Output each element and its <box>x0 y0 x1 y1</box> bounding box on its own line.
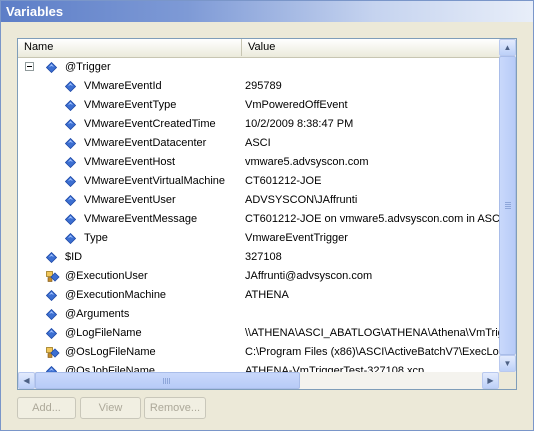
horizontal-scrollbar[interactable]: ◀ ▶ <box>18 372 499 389</box>
list-rows: @Trigger VMwareEventId 295789 VMwareEven… <box>18 58 499 372</box>
list-item[interactable]: VMwareEventMessage CT601212-JOE on vmwar… <box>18 210 499 229</box>
variable-name: VMwareEventDatacenter <box>84 137 207 149</box>
list-item[interactable]: Type VmwareEventTrigger <box>18 229 499 248</box>
diamond-icon <box>65 81 76 92</box>
view-button[interactable]: View <box>80 397 141 419</box>
scroll-down-button[interactable]: ▼ <box>499 355 516 372</box>
locked-variable-icon <box>46 347 60 358</box>
variable-value: \\ATHENA\ASCI_ABATLOG\ATHENA\Athena\VmTr… <box>245 327 499 339</box>
diamond-icon <box>46 328 57 339</box>
vertical-scroll-thumb[interactable] <box>499 56 516 355</box>
variable-value: 10/2/2009 8:38:47 PM <box>245 118 354 130</box>
diamond-icon <box>65 119 76 130</box>
variable-name: $ID <box>65 251 83 263</box>
add-button[interactable]: Add... <box>17 397 76 419</box>
list-item[interactable]: VMwareEventId 295789 <box>18 77 499 96</box>
diamond-icon <box>46 309 57 320</box>
variable-value: CT601212-JOE on vmware5.advsyscon.com in… <box>245 213 499 225</box>
variables-window: Variables Name Value @Trigger VMwareEven… <box>0 0 534 431</box>
list-item[interactable]: @Arguments <box>18 305 499 324</box>
window-title: Variables <box>6 4 64 19</box>
horizontal-scroll-thumb[interactable] <box>35 372 300 389</box>
diamond-icon <box>65 100 76 111</box>
variable-name: @OsJobFileName <box>65 365 156 372</box>
variable-name: Type <box>84 232 108 244</box>
variable-value: ADVSYSCON\JAffrunti <box>245 194 358 206</box>
variable-name: @Arguments <box>65 308 130 320</box>
arrow-down-icon: ▼ <box>503 359 512 368</box>
arrow-up-icon: ▲ <box>503 43 512 52</box>
diamond-icon <box>65 214 76 225</box>
variable-value: C:\Program Files (x86)\ASCI\ActiveBatchV… <box>245 346 499 358</box>
variable-name: VMwareEventUser <box>84 194 176 206</box>
variable-value: JAffrunti@advsyscon.com <box>245 270 373 282</box>
collapse-toggle[interactable] <box>25 62 34 71</box>
scroll-left-button[interactable]: ◀ <box>18 372 35 389</box>
variable-name: VMwareEventType <box>84 99 177 111</box>
variable-value: ASCI <box>245 137 271 149</box>
variable-value: ATHENA-VmTriggerTest-327108.xcp <box>245 365 425 372</box>
list-item[interactable]: $ID 327108 <box>18 248 499 267</box>
variable-name: @ExecutionMachine <box>65 289 167 301</box>
variable-value: 295789 <box>245 80 282 92</box>
variable-name: @Trigger <box>65 61 111 73</box>
list-header: Name Value <box>18 39 499 58</box>
list-item[interactable]: VMwareEventDatacenter ASCI <box>18 134 499 153</box>
variable-value: VmwareEventTrigger <box>245 232 348 244</box>
diamond-icon <box>46 290 57 301</box>
list-item[interactable]: @OsLogFileName C:\Program Files (x86)\AS… <box>18 343 499 362</box>
scrollbar-corner <box>499 372 516 389</box>
variable-name: VMwareEventMessage <box>84 213 198 225</box>
diamond-icon <box>65 233 76 244</box>
diamond-icon <box>65 176 76 187</box>
diamond-icon <box>65 195 76 206</box>
scroll-up-button[interactable]: ▲ <box>499 39 516 56</box>
diamond-icon <box>46 252 57 263</box>
list-item[interactable]: VMwareEventVirtualMachine CT601212-JOE <box>18 172 499 191</box>
variable-name: @LogFileName <box>65 327 142 339</box>
list-item-trigger[interactable]: @Trigger <box>18 58 499 77</box>
variable-name: VMwareEventVirtualMachine <box>84 175 226 187</box>
list-item[interactable]: @LogFileName \\ATHENA\ASCI_ABATLOG\ATHEN… <box>18 324 499 343</box>
variable-value: ATHENA <box>245 289 289 301</box>
variable-name: VMwareEventId <box>84 80 162 92</box>
vertical-scrollbar[interactable]: ▲ ▼ <box>499 39 516 372</box>
variable-name: VMwareEventCreatedTime <box>84 118 216 130</box>
variable-value: CT601212-JOE <box>245 175 322 187</box>
locked-variable-icon <box>46 271 60 282</box>
scroll-right-button[interactable]: ▶ <box>482 372 499 389</box>
variable-value: VmPoweredOffEvent <box>245 99 348 111</box>
column-header-name[interactable]: Name <box>18 39 242 56</box>
variable-name: @ExecutionUser <box>65 270 148 282</box>
column-header-value[interactable]: Value <box>242 39 499 56</box>
title-bar: Variables <box>1 1 533 22</box>
list-item[interactable]: VMwareEventCreatedTime 10/2/2009 8:38:47… <box>18 115 499 134</box>
variable-name: VMwareEventHost <box>84 156 176 168</box>
diamond-icon <box>65 157 76 168</box>
diamond-icon <box>65 138 76 149</box>
diamond-icon <box>46 62 57 73</box>
arrow-right-icon: ▶ <box>487 376 494 385</box>
variable-value: 327108 <box>245 251 282 263</box>
list-item[interactable]: @ExecutionMachine ATHENA <box>18 286 499 305</box>
variable-value <box>245 58 499 77</box>
list-item[interactable]: VMwareEventType VmPoweredOffEvent <box>18 96 499 115</box>
variable-value <box>245 305 499 324</box>
arrow-left-icon: ◀ <box>23 376 30 385</box>
variables-list[interactable]: Name Value @Trigger VMwareEventId 295789 <box>17 38 517 390</box>
list-item[interactable]: @OsJobFileName ATHENA-VmTriggerTest-3271… <box>18 362 499 372</box>
variable-name: @OsLogFileName <box>65 346 156 358</box>
remove-button[interactable]: Remove... <box>144 397 206 419</box>
list-item[interactable]: @ExecutionUser JAffrunti@advsyscon.com <box>18 267 499 286</box>
list-item[interactable]: VMwareEventUser ADVSYSCON\JAffrunti <box>18 191 499 210</box>
list-item[interactable]: VMwareEventHost vmware5.advsyscon.com <box>18 153 499 172</box>
variable-value: vmware5.advsyscon.com <box>245 156 369 168</box>
